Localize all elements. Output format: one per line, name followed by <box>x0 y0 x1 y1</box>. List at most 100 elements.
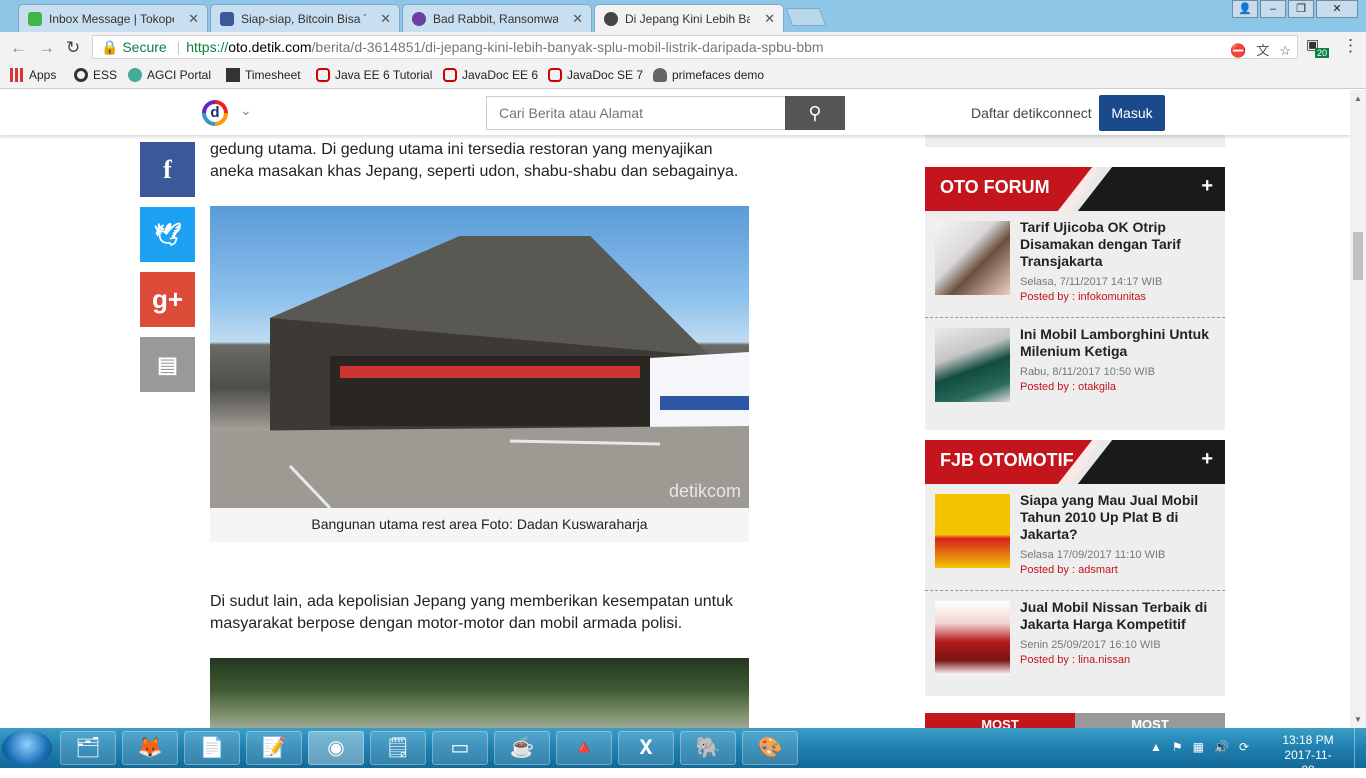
chevron-down-icon[interactable]: ⌄ <box>240 102 252 119</box>
user-icon[interactable]: 👤 <box>1232 0 1258 18</box>
menu-icon[interactable]: ⋮ <box>1342 36 1359 56</box>
bookmark-timesheet[interactable]: Timesheet <box>226 68 301 82</box>
start-button[interactable] <box>2 730 52 766</box>
notepad-icon[interactable]: 📄 <box>184 731 240 765</box>
bookmark-label: primefaces demo <box>672 68 765 82</box>
cmd-icon[interactable]: ▭ <box>432 731 488 765</box>
plus-icon[interactable]: + <box>1201 175 1213 198</box>
close-icon[interactable]: ✕ <box>764 11 775 27</box>
sticky-notes-icon[interactable]: 🗒 <box>370 731 426 765</box>
java-ee-ide-icon[interactable]: ☕ <box>494 731 550 765</box>
forward-icon[interactable]: → <box>38 38 55 58</box>
comment-button[interactable]: ▤ <box>140 337 195 392</box>
tab-tokopedia[interactable]: Inbox Message | Tokopedi ✕ <box>18 4 208 32</box>
flag-icon[interactable]: ⚑ <box>1172 740 1183 754</box>
item-author[interactable]: Posted by : otakgila <box>1020 381 1116 393</box>
separator: | <box>176 39 181 55</box>
item-title[interactable]: Jual Mobil Nissan Terbaik di Jakarta Har… <box>1020 599 1215 633</box>
minimize-button[interactable]: – <box>1260 0 1286 18</box>
item-author[interactable]: Posted by : lina.nissan <box>1020 654 1130 666</box>
bookmark-java-ee-tutorial[interactable]: Java EE 6 Tutorial <box>316 68 432 82</box>
maximize-button[interactable]: ❐ <box>1288 0 1314 18</box>
plus-icon[interactable]: + <box>1201 448 1213 471</box>
tab-most-commented[interactable]: MOST <box>1075 713 1225 728</box>
list-item[interactable]: Tarif Ujicoba OK Otrip Disamakan dengan … <box>925 211 1225 318</box>
item-date: Selasa, 7/11/2017 14:17 WIB <box>1020 276 1163 288</box>
sync-icon[interactable]: ⟳ <box>1239 740 1249 754</box>
firefox-icon[interactable]: 🦊 <box>122 731 178 765</box>
vlc-icon[interactable]: 🔺 <box>556 731 612 765</box>
explorer-icon[interactable]: 🗂 <box>60 731 116 765</box>
tab-di-jepang[interactable]: Di Jepang Kini Lebih Ban ✕ <box>594 4 784 33</box>
notepadpp-icon[interactable]: 📝 <box>246 731 302 765</box>
list-item[interactable]: Ini Mobil Lamborghini Untuk Milenium Ket… <box>925 318 1225 428</box>
bookmark-primefaces[interactable]: primefaces demo <box>653 68 764 82</box>
scrollbar-thumb[interactable] <box>1353 232 1363 280</box>
item-title[interactable]: Siapa yang Mau Jual Mobil Tahun 2010 Up … <box>1020 492 1215 543</box>
detikcom-watermark: detikcom <box>668 481 741 501</box>
scroll-down-icon[interactable]: ▼ <box>1354 715 1362 724</box>
tab-label: Inbox Message | Tokopedi <box>49 12 174 26</box>
close-icon[interactable]: ✕ <box>572 11 583 27</box>
close-icon[interactable]: ✕ <box>380 11 391 27</box>
omnibox-actions: ⛔ 文 ☆ <box>1230 40 1291 62</box>
taskbar-clock[interactable]: 13:18 PM 2017-11-08 <box>1278 733 1338 778</box>
page-scrollbar[interactable]: ▲ ▼ <box>1350 90 1366 728</box>
chrome-icon[interactable]: ◉ <box>308 731 364 765</box>
close-icon[interactable]: ✕ <box>188 11 199 27</box>
thumbnail-image[interactable] <box>935 601 1010 675</box>
blocked-popup-icon[interactable]: ⛔ <box>1230 40 1246 62</box>
extension-icon[interactable]: ▣ 20 <box>1306 36 1330 58</box>
detik-logo[interactable]: d <box>202 100 228 126</box>
search-input[interactable] <box>486 96 786 130</box>
bookmark-label: JavaDoc SE 7 <box>567 68 644 82</box>
volume-icon[interactable]: 🔊 <box>1214 740 1229 754</box>
login-button[interactable]: Masuk <box>1099 95 1165 131</box>
bookmark-javadoc-se7[interactable]: JavaDoc SE 7 <box>548 68 643 82</box>
reload-icon[interactable]: ↻ <box>66 38 80 58</box>
paint-icon[interactable]: 🎨 <box>742 731 798 765</box>
back-icon[interactable]: ← <box>10 38 27 58</box>
thumbnail-image[interactable] <box>935 221 1010 295</box>
item-author[interactable]: Posted by : infokomunitas <box>1020 291 1146 303</box>
star-icon[interactable]: ☆ <box>1279 40 1291 62</box>
google-plus-share-button[interactable]: g+ <box>140 272 195 327</box>
bookmark-apps[interactable]: Apps <box>10 68 56 82</box>
twitter-share-button[interactable]: 🕊 <box>140 207 195 262</box>
bookmark-javadoc-ee6[interactable]: JavaDoc EE 6 <box>443 68 538 82</box>
fjb-otomotif-section: FJB OTOMOTIF + Siapa yang Mau Jual Mobil… <box>925 440 1225 696</box>
section-title[interactable]: FJB OTOMOTIF <box>940 450 1074 471</box>
show-desktop-button[interactable] <box>1354 728 1366 768</box>
item-title[interactable]: Ini Mobil Lamborghini Untuk Milenium Ket… <box>1020 326 1215 360</box>
close-window-button[interactable]: ✕ <box>1316 0 1358 18</box>
translate-icon[interactable]: 文 <box>1256 40 1269 62</box>
bookmark-agci[interactable]: AGCI Portal <box>128 68 211 82</box>
network-icon[interactable]: ▦ <box>1193 740 1204 754</box>
tab-bitcoin[interactable]: Siap-siap, Bitcoin Bisa Te ✕ <box>210 4 400 32</box>
facebook-share-button[interactable]: f <box>140 142 195 197</box>
list-item[interactable]: Jual Mobil Nissan Terbaik di Jakarta Har… <box>925 591 1225 696</box>
item-title[interactable]: Tarif Ujicoba OK Otrip Disamakan dengan … <box>1020 219 1215 270</box>
search-button[interactable]: ⚲ <box>785 96 845 130</box>
scroll-up-icon[interactable]: ▲ <box>1354 94 1362 103</box>
register-link[interactable]: Daftar detikconnect <box>971 105 1092 121</box>
postgres-icon[interactable]: 🐘 <box>680 731 736 765</box>
rest-area-photo[interactable]: detikcom <box>210 206 749 508</box>
tab-bad-rabbit[interactable]: Bad Rabbit, Ransomware ✕ <box>402 4 592 32</box>
tokopedia-icon <box>28 12 42 26</box>
tab-most-popular[interactable]: MOST <box>925 713 1075 728</box>
url-input[interactable]: 🔒 Secure | https://oto.detik.com/berita/d… <box>92 35 1298 59</box>
new-tab-button[interactable] <box>785 8 827 26</box>
list-item[interactable]: Siapa yang Mau Jual Mobil Tahun 2010 Up … <box>925 484 1225 591</box>
tray-expand-icon[interactable]: ▲ <box>1150 740 1162 754</box>
police-photo[interactable] <box>210 658 749 728</box>
thumbnail-image[interactable] <box>935 494 1010 568</box>
thumbnail-image[interactable] <box>935 328 1010 402</box>
section-title[interactable]: OTO FORUM <box>940 177 1050 198</box>
facebook-icon <box>220 12 234 26</box>
bookmark-label: JavaDoc EE 6 <box>462 68 539 82</box>
excel-icon[interactable]: 𝐗 <box>618 731 674 765</box>
ess-icon <box>74 68 88 82</box>
bookmark-ess[interactable]: ESS <box>74 68 117 82</box>
item-author[interactable]: Posted by : adsmart <box>1020 564 1118 576</box>
